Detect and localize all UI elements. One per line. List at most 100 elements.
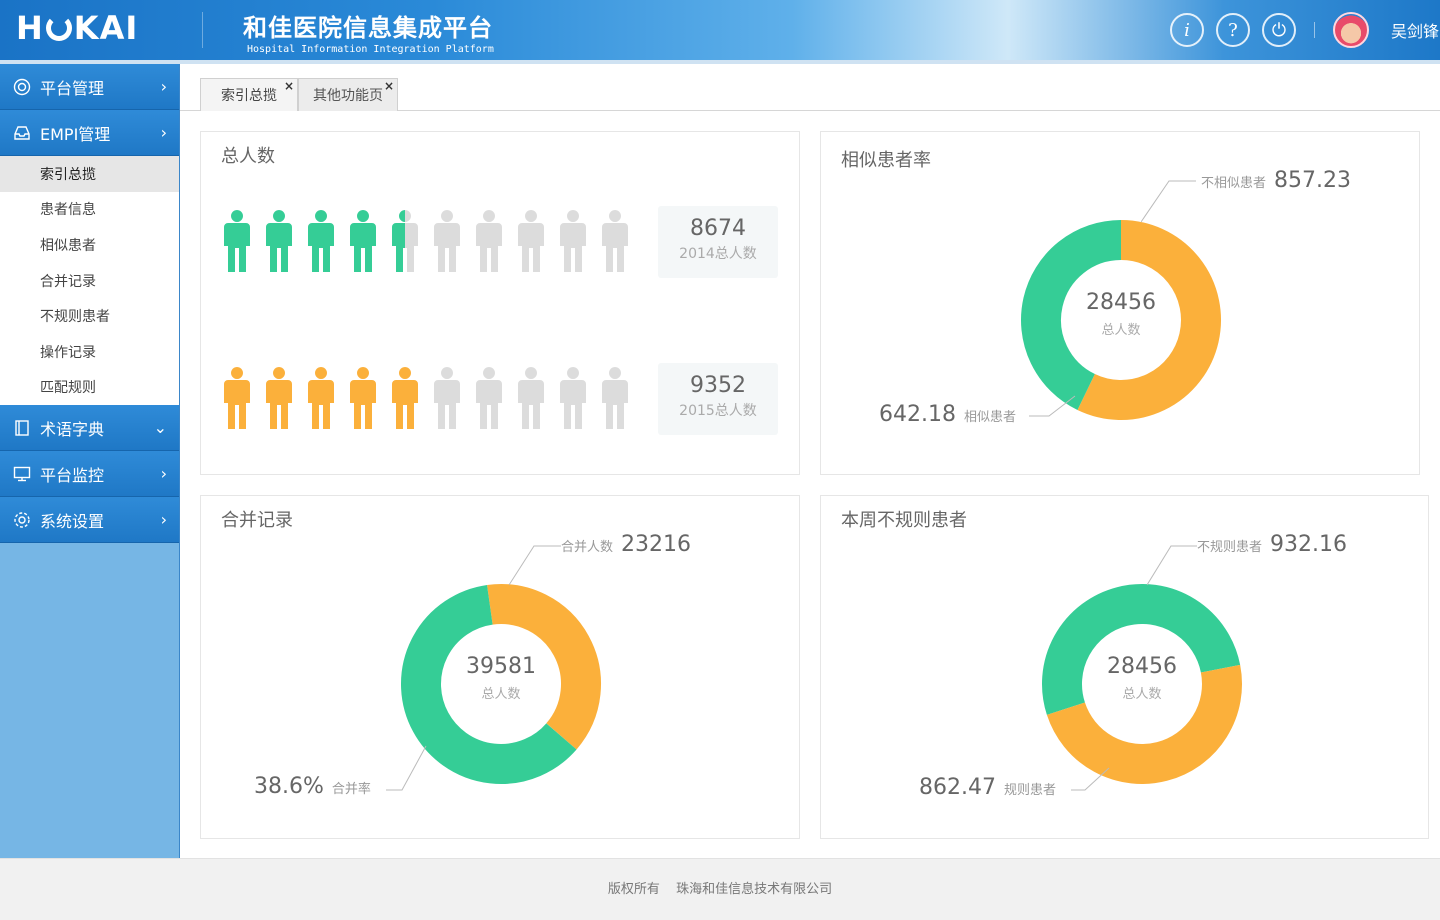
person-icon: [392, 367, 418, 429]
menu-platform-management[interactable]: 平台管理 ›: [0, 64, 179, 110]
close-icon[interactable]: ×: [384, 79, 394, 93]
stat-value: 8674: [690, 216, 746, 241]
person-icon: [224, 210, 250, 272]
header-separator: [1314, 22, 1315, 38]
empi-submenu: 索引总揽 患者信息 相似患者 合并记录 不规则患者 操作记录 匹配规则: [0, 156, 179, 406]
panel-merge-records: 合并记录 39581 总人数 合并人数 23216 38.6% 合并率: [200, 495, 800, 839]
gear-icon: [12, 510, 32, 530]
avatar[interactable]: [1333, 12, 1369, 48]
person-icon: [266, 210, 292, 272]
header-divider: [202, 12, 203, 48]
callout-label: 相似患者: [963, 410, 1016, 425]
callout-value: 23216: [621, 532, 692, 557]
person-icon: [308, 210, 334, 272]
person-icon: [392, 210, 418, 272]
person-icon: [308, 367, 334, 429]
menu-label: 平台监控: [40, 465, 105, 485]
panel-title: 总人数: [221, 146, 275, 167]
leader-line: [1029, 395, 1076, 417]
people-row-2014: [221, 210, 631, 272]
tab-label: 其他功能页: [313, 88, 383, 104]
platform-title-cn: 和佳医院信息集成平台: [243, 14, 493, 42]
platform-title-en: Hospital Information Integration Platfor…: [247, 44, 494, 55]
person-icon: [350, 367, 376, 429]
lifebuoy-icon: [12, 77, 32, 97]
info-icon[interactable]: i: [1170, 13, 1204, 47]
panel-similar-rate: 相似患者率 28456 总人数 不相似患者 857.23 642.18 相似患者: [820, 131, 1420, 475]
submenu-merge-records[interactable]: 合并记录: [0, 263, 179, 299]
stat-value: 9352: [690, 373, 746, 398]
panel-title: 本周不规则患者: [841, 510, 967, 531]
tab-bar: 索引总揽 × 其他功能页 ×: [180, 64, 1440, 111]
close-icon[interactable]: ×: [284, 79, 294, 93]
callout-irregular: 不规则患者 932.16: [1197, 532, 1347, 557]
stat-label: 2014总人数: [679, 246, 757, 262]
donut-center-label: 总人数: [1101, 323, 1141, 338]
panel-irregular-patients: 本周不规则患者 28456 总人数 不规则患者 932.16 862.47 规则…: [820, 495, 1429, 839]
menu-system-settings[interactable]: 系统设置 ›: [0, 497, 179, 544]
tab-other-functions[interactable]: 其他功能页 ×: [298, 78, 398, 111]
donut-center-value: 28456: [1086, 290, 1156, 315]
callout-regular: 862.47 规则患者: [919, 775, 1056, 800]
submenu-patient-info[interactable]: 患者信息: [0, 192, 179, 228]
callout-label: 不相似患者: [1201, 176, 1267, 191]
stat-box-2015: 9352 2015总人数: [658, 363, 778, 435]
tab-index-overview[interactable]: 索引总揽 ×: [200, 78, 298, 111]
power-icon[interactable]: ⏻: [1262, 13, 1296, 47]
callout-value: 862.47: [919, 775, 996, 800]
donut-center-label: 总人数: [481, 687, 521, 702]
person-icon: [602, 367, 628, 429]
chevron-down-icon: ⌄: [153, 418, 167, 438]
leader-line: [1141, 180, 1196, 223]
callout-merge-rate: 38.6% 合并率: [254, 774, 371, 799]
donut-center-label: 总人数: [1122, 687, 1162, 702]
submenu-operation-log[interactable]: 操作记录: [0, 334, 179, 370]
menu-platform-monitoring[interactable]: 平台监控 ›: [0, 451, 179, 498]
person-icon: [602, 210, 628, 272]
callout-value: 38.6%: [254, 774, 324, 799]
menu-terminology-dictionary[interactable]: 术语字典 ⌄: [0, 405, 179, 452]
person-icon: [476, 210, 502, 272]
chevron-right-icon: ›: [160, 123, 167, 142]
callout-similar: 642.18 相似患者: [879, 402, 1016, 427]
main-content: 总人数 8674 2014总人数 9352 2015总人数 相似患者率 2845…: [180, 111, 1440, 858]
leader-line: [1071, 767, 1110, 791]
panel-total-people: 总人数 8674 2014总人数 9352 2015总人数: [200, 131, 800, 475]
person-icon: [518, 367, 544, 429]
people-row-2015: [221, 367, 631, 429]
book-icon: [12, 418, 32, 438]
donut-similar: 28456 总人数: [1019, 218, 1223, 422]
leader-line: [386, 745, 427, 791]
help-icon[interactable]: ?: [1216, 13, 1250, 47]
stat-label: 2015总人数: [679, 403, 757, 419]
app-header: H KAI 和佳医院信息集成平台 Hospital Information Int…: [0, 0, 1440, 60]
panel-title: 合并记录: [221, 510, 293, 531]
menu-empi-management[interactable]: EMPI管理 ›: [0, 110, 179, 156]
callout-value: 932.16: [1270, 532, 1347, 557]
footer-copyright: 版权所有: [607, 882, 660, 897]
chevron-right-icon: ›: [160, 510, 167, 530]
hokai-logo: H KAI: [16, 9, 139, 47]
person-icon: [560, 367, 586, 429]
callout-value: 857.23: [1274, 168, 1351, 193]
submenu-match-rules[interactable]: 匹配规则: [0, 370, 179, 406]
leader-line: [509, 545, 561, 586]
donut-center-value: 28456: [1107, 654, 1177, 679]
submenu-similar-patients[interactable]: 相似患者: [0, 227, 179, 263]
username[interactable]: 吴剑锋: [1391, 18, 1439, 42]
person-icon: [224, 367, 250, 429]
menu-label: 术语字典: [40, 419, 105, 439]
monitor-icon: [12, 464, 32, 484]
sidebar: 平台管理 › EMPI管理 › 索引总揽 患者信息 相似患者 合并记录 不规则患…: [0, 64, 180, 858]
donut-center-value: 39581: [466, 654, 536, 679]
submenu-index-overview[interactable]: 索引总揽: [0, 156, 179, 192]
footer: 版权所有 珠海和佳信息技术有限公司: [0, 858, 1440, 920]
inbox-icon: [12, 123, 32, 143]
callout-label: 合并人数: [561, 540, 614, 555]
submenu-irregular-patients[interactable]: 不规则患者: [0, 298, 179, 334]
donut-irregular: 28456 总人数: [1040, 582, 1244, 786]
callout-merged-count: 合并人数 23216: [561, 532, 691, 557]
platform-title: 和佳医院信息集成平台 Hospital Information Integrat…: [243, 8, 494, 55]
person-icon: [266, 367, 292, 429]
footer-company: 珠海和佳信息技术有限公司: [676, 882, 833, 897]
